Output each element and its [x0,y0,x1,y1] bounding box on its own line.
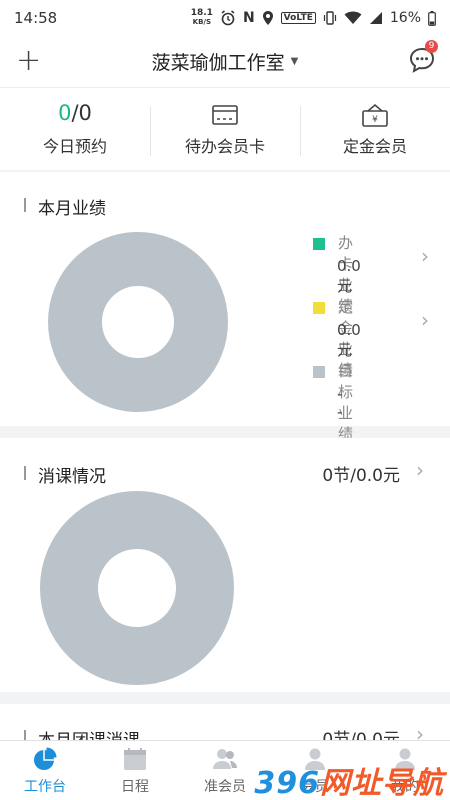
svg-text:¥: ¥ [372,115,378,125]
booking-count: 0/0 [58,101,92,125]
alarm-icon [221,10,235,26]
deposit-label: 定金会员 [342,137,407,156]
quick-actions: 0/0 今日预约 待办会员卡 ¥ 定金会员 [0,88,450,170]
today-booking[interactable]: 0/0 今日预约 [0,88,150,170]
consumption-summary: 0节/0.0元 [322,466,400,486]
nfc-icon: N [242,10,255,26]
consumption-donut [40,491,234,685]
performance-title: 本月业绩 [24,194,106,219]
volte-icon: VoLTE [280,12,316,24]
card-icon [212,105,238,125]
watermark-logo: 396网址导航 [254,766,444,800]
status-time: 14:58 [14,9,58,27]
pending-cards[interactable]: 待办会员卡 [150,88,300,170]
location-icon [262,11,273,25]
chevron-right-icon: › [421,308,429,332]
caret-down-icon: ▼ [290,56,299,67]
chevron-right-icon: › [421,244,429,268]
performance-donut [48,232,228,412]
vibrate-icon [323,11,336,25]
status-icons: 18.1 KB/S N VoLTE 16% [191,9,436,27]
group-class-card[interactable]: 本月团课消课 0节/0.0元 › [0,704,450,751]
message-badge: 9 [425,40,438,53]
status-bar: 14:58 18.1 KB/S N VoLTE 16% [0,0,450,36]
booking-label: 今日预约 [42,137,107,156]
add-button[interactable]: + [16,44,41,78]
pie-chart-icon [34,747,57,770]
net-speed: 18.1 KB/S [190,8,213,27]
wifi-icon [344,11,362,24]
deposit-members[interactable]: ¥ 定金会员 [300,88,450,170]
battery-icon [428,10,436,26]
studio-selector[interactable]: 菠菜瑜伽工作室 ▼ [152,48,299,75]
consumption-title: 消课情况 [24,462,106,487]
legend-swatch [313,238,325,250]
legend-swatch [313,366,325,378]
performance-card: 本月业绩 办卡业绩 0.0元 › 定金业绩 0.0元 › 目标业绩 -- [0,172,450,443]
pending-label: 待办会员卡 [184,137,265,156]
tab-schedule[interactable]: 日程 [90,741,180,800]
deposit-box-icon: ¥ [362,103,388,127]
users-icon [213,749,237,769]
calendar-icon [124,748,146,770]
app-header: + 菠菜瑜伽工作室 ▼ 9 [0,36,450,88]
studio-title: 菠菜瑜伽工作室 [151,52,285,74]
consumption-card[interactable]: 消课情况 0节/0.0元 › [0,438,450,692]
chevron-right-icon: › [416,458,424,482]
tab-workbench[interactable]: 工作台 [0,741,90,800]
signal-icon [369,12,382,24]
battery-percent: 16% [389,10,421,26]
legend-swatch [313,302,325,314]
